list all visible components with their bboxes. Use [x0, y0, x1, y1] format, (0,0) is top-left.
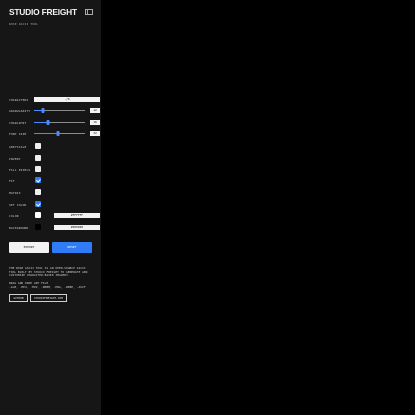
dropzone-line-2: .GLB, .MP4, .MOV, .WEBM, .PNG, .WEBP, .A…	[9, 284, 86, 289]
fontsize-value[interactable]: 32	[90, 131, 100, 136]
greyscale-checkbox[interactable]	[35, 143, 41, 149]
github-link[interactable]: GITHUB	[9, 294, 28, 302]
tool-subtitle: ROSE ASCII TOOL	[9, 22, 39, 26]
characters-label: CHARACTERS	[9, 97, 29, 102]
fill-pixels-label: FILL PIXELS	[9, 167, 31, 172]
characters-input[interactable]: ./0	[34, 97, 100, 102]
fontsize-label: FONT SIZE	[9, 131, 27, 136]
panel-toggle-icon[interactable]	[85, 9, 93, 15]
fontsize-row: FONT SIZE 32	[9, 130, 100, 137]
export-button[interactable]: EXPORT	[9, 242, 49, 253]
reset-button[interactable]: RESET	[52, 242, 92, 253]
fill-pixels-checkbox[interactable]	[35, 166, 41, 172]
greyscale-label: GREYSCALE	[9, 144, 27, 149]
fit-label: FIT	[9, 178, 15, 183]
fit-row: FIT	[9, 177, 93, 184]
charlimit-row: CHARLIMIT 16	[9, 119, 100, 126]
ascii-canvas[interactable]	[101, 0, 415, 415]
set-color-label: SET COLOR	[9, 202, 27, 207]
fontsize-slider[interactable]	[34, 131, 85, 136]
matrix-checkbox[interactable]	[35, 189, 41, 195]
fontsize-slider-thumb[interactable]	[56, 131, 60, 136]
invert-checkbox[interactable]	[35, 155, 41, 161]
invert-label: INVERT	[9, 156, 21, 161]
color-swatch[interactable]	[35, 212, 41, 218]
invert-row: INVERT	[9, 155, 93, 162]
description-line-3: CUSTOMIZE CHARACTER-BASED IMAGERY.	[9, 273, 70, 278]
granularity-label: GRANULARITY	[9, 108, 31, 113]
matrix-label: MATRIX	[9, 190, 21, 195]
website-link[interactable]: STUDIOFREIGHT.COM	[30, 294, 67, 302]
characters-row: CHARACTERS ./0	[9, 96, 100, 103]
charlimit-slider-thumb[interactable]	[46, 120, 50, 125]
charlimit-label: CHARLIMIT	[9, 120, 27, 125]
set-color-row: SET COLOR	[9, 201, 93, 208]
color-row: COLOR #FFFFFF	[9, 212, 100, 219]
charlimit-value[interactable]: 16	[90, 120, 100, 125]
fit-checkbox[interactable]	[35, 177, 41, 183]
background-row: BACKGROUND #000000	[9, 224, 100, 231]
matrix-row: MATRIX	[9, 189, 93, 196]
set-color-checkbox[interactable]	[35, 201, 41, 207]
background-label: BACKGROUND	[9, 225, 29, 230]
fill-pixels-row: FILL PIXELS	[9, 166, 93, 173]
background-swatch[interactable]	[35, 224, 41, 230]
brand-title: STUDIO FREIGHT	[9, 7, 77, 17]
greyscale-row: GREYSCALE	[9, 143, 93, 150]
charlimit-slider[interactable]	[34, 120, 85, 125]
control-panel: STUDIO FREIGHT ROSE ASCII TOOL CHARACTER…	[0, 0, 101, 415]
granularity-slider-thumb[interactable]	[41, 108, 45, 113]
fontsize-slider-fill	[34, 133, 59, 134]
color-label: COLOR	[9, 213, 19, 218]
granularity-value[interactable]: 12	[90, 108, 100, 113]
background-hex-input[interactable]: #000000	[54, 224, 100, 230]
granularity-row: GRANULARITY 12	[9, 107, 100, 114]
granularity-slider[interactable]	[34, 108, 85, 113]
color-hex-input[interactable]: #FFFFFF	[54, 212, 100, 218]
